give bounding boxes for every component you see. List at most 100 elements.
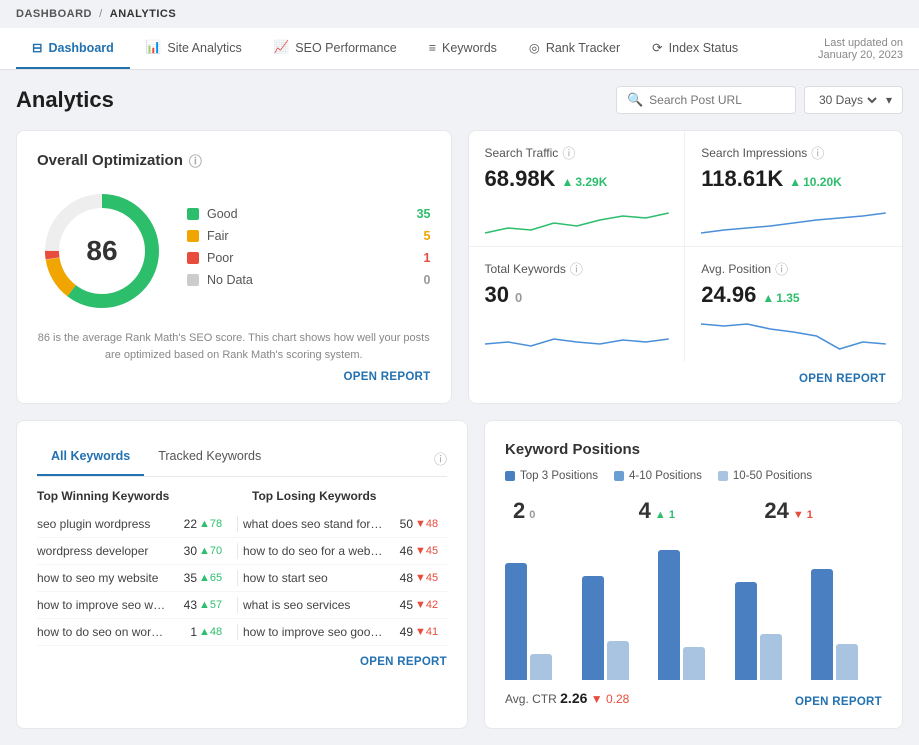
losing-pos: 49	[385, 625, 413, 639]
poor-dot	[187, 252, 199, 264]
winning-change: ▲48	[199, 626, 231, 638]
stat-search-impressions: Search Impressions ⓘ 118.61K ▲ 10.20K	[685, 131, 902, 247]
kw-tab-bar: All Keywords Tracked Keywords ⓘ	[37, 441, 447, 477]
donut-score: 86	[86, 235, 117, 267]
help-icon-traffic: ⓘ	[562, 143, 575, 162]
winning-pos: 43	[169, 598, 197, 612]
losing-pos: 50	[385, 517, 413, 531]
legend-item-good: Good 35	[187, 207, 431, 221]
winning-change: ▲57	[199, 599, 231, 611]
last-updated: Last updated on January 20, 2023	[818, 37, 903, 61]
arrow-up-impressions: ▲	[789, 175, 801, 189]
position-chart	[701, 314, 886, 354]
bottom-row: All Keywords Tracked Keywords ⓘ Top Winn…	[16, 420, 903, 729]
tab-seo-performance[interactable]: 📈 SEO Performance	[258, 28, 413, 69]
page-title: Analytics	[16, 87, 114, 113]
kw-column-headers: Top Winning Keywords Top Losing Keywords	[37, 489, 447, 503]
winning-change: ▲65	[199, 572, 231, 584]
winning-name: how to improve seo wordp...	[37, 598, 167, 612]
losing-change: ▼45	[415, 572, 447, 584]
dashboard-icon: ⊟	[32, 40, 42, 55]
kp-title: Keyword Positions	[505, 441, 882, 458]
open-report-link[interactable]: OPEN REPORT	[799, 373, 886, 385]
help-icon-keywords: ⓘ	[570, 259, 583, 278]
kw-tab-all[interactable]: All Keywords	[37, 441, 144, 476]
kw-row: how to improve seo wordp... 43 ▲57 what …	[37, 592, 447, 619]
search-stats-card: Search Traffic ⓘ 68.98K ▲ 3.29K	[468, 130, 904, 404]
days-select[interactable]: 30 Days 7 Days 14 Days 90 Days	[815, 92, 880, 108]
bar-group	[582, 576, 653, 680]
traffic-chart	[485, 198, 669, 238]
legend-4-10: 4-10 Positions	[614, 470, 702, 482]
winning-name: how to seo my website	[37, 571, 167, 585]
site-analytics-icon: 📊	[146, 40, 162, 55]
main-tabs: ⊟ Dashboard 📊 Site Analytics 📈 SEO Perfo…	[16, 28, 754, 69]
bar-group	[811, 569, 882, 680]
tab-index-status[interactable]: ⟳ Index Status	[636, 28, 754, 69]
tab-rank-tracker[interactable]: ◎ Rank Tracker	[513, 28, 636, 69]
kp-open-report[interactable]: OPEN REPORT	[795, 696, 882, 708]
page-header: Analytics 🔍 30 Days 7 Days 14 Days 90 Da…	[16, 86, 903, 114]
kw-row: how to seo my website 35 ▲65 how to star…	[37, 565, 447, 592]
tab-site-analytics[interactable]: 📊 Site Analytics	[130, 28, 258, 69]
days-dropdown[interactable]: 30 Days 7 Days 14 Days 90 Days ▾	[804, 86, 903, 114]
impressions-chart	[701, 198, 886, 238]
winning-change: ▲78	[199, 518, 231, 530]
winning-pos: 30	[169, 544, 197, 558]
help-icon: ⓘ	[189, 151, 202, 170]
kw-row: seo plugin wordpress 22 ▲78 what does se…	[37, 511, 447, 538]
bar-group	[735, 582, 806, 680]
keywords-open-report[interactable]: OPEN REPORT	[37, 656, 447, 668]
bar-group	[505, 563, 576, 680]
4-10-dot	[614, 471, 624, 481]
stat-search-traffic: Search Traffic ⓘ 68.98K ▲ 3.29K	[469, 131, 686, 247]
kp-stats: 2 0 4 ▲ 1 24 ▼ 1	[505, 494, 882, 528]
kw-row: how to do seo on wordpress 1 ▲48 how to …	[37, 619, 447, 646]
stat-total-keywords: Total Keywords ⓘ 30 0	[469, 247, 686, 362]
losing-change: ▼45	[415, 545, 447, 557]
keywords-card: All Keywords Tracked Keywords ⓘ Top Winn…	[16, 420, 468, 729]
losing-name: how to start seo	[243, 571, 383, 585]
search-input[interactable]	[649, 93, 785, 107]
winning-pos: 22	[169, 517, 197, 531]
keyword-positions-card: Keyword Positions Top 3 Positions 4-10 P…	[484, 420, 903, 729]
losing-name: how to improve seo google	[243, 625, 383, 639]
chevron-down-icon: ▾	[886, 93, 892, 107]
bar-group	[658, 550, 729, 680]
legend-item-fair: Fair 5	[187, 229, 431, 243]
optimization-open-report[interactable]: OPEN REPORT	[37, 371, 431, 383]
help-icon-position: ⓘ	[775, 259, 788, 278]
bar-light	[836, 644, 858, 680]
10-50-dot	[718, 471, 728, 481]
losing-pos: 48	[385, 571, 413, 585]
search-box[interactable]: 🔍	[616, 86, 796, 114]
kp-legend: Top 3 Positions 4-10 Positions 10-50 Pos…	[505, 470, 882, 482]
seo-performance-icon: 📈	[274, 40, 290, 55]
losing-name: how to do seo for a website	[243, 544, 383, 558]
bar-dark	[811, 569, 833, 680]
rank-tracker-icon: ◎	[529, 40, 540, 55]
stats-grid: Search Traffic ⓘ 68.98K ▲ 3.29K	[469, 131, 903, 362]
tab-bar: ⊟ Dashboard 📊 Site Analytics 📈 SEO Perfo…	[0, 28, 919, 70]
kp-footer: Avg. CTR 2.26 ▼ 0.28 OPEN REPORT	[505, 688, 882, 708]
kw-tab-tracked[interactable]: Tracked Keywords	[144, 441, 275, 476]
optimization-title: Overall Optimization ⓘ	[37, 151, 431, 170]
winning-name: seo plugin wordpress	[37, 517, 167, 531]
losing-change: ▼48	[415, 518, 447, 530]
arrow-up-traffic: ▲	[561, 175, 573, 189]
losing-change: ▼41	[415, 626, 447, 638]
top3-dot	[505, 471, 515, 481]
keywords-icon: ≡	[429, 41, 436, 55]
arrow-up-position: ▲	[762, 291, 774, 305]
header-controls: 🔍 30 Days 7 Days 14 Days 90 Days ▾	[616, 86, 903, 114]
bar-chart	[505, 540, 882, 680]
bar-dark	[505, 563, 527, 680]
help-icon-kw: ⓘ	[434, 441, 447, 476]
tab-dashboard[interactable]: ⊟ Dashboard	[16, 28, 130, 69]
help-icon-impressions: ⓘ	[811, 143, 824, 162]
keywords-chart	[485, 314, 669, 354]
losing-change: ▼42	[415, 599, 447, 611]
tab-keywords[interactable]: ≡ Keywords	[413, 28, 513, 69]
kp-stat-2: 24 ▼ 1	[756, 494, 882, 528]
winning-name: how to do seo on wordpress	[37, 625, 167, 639]
